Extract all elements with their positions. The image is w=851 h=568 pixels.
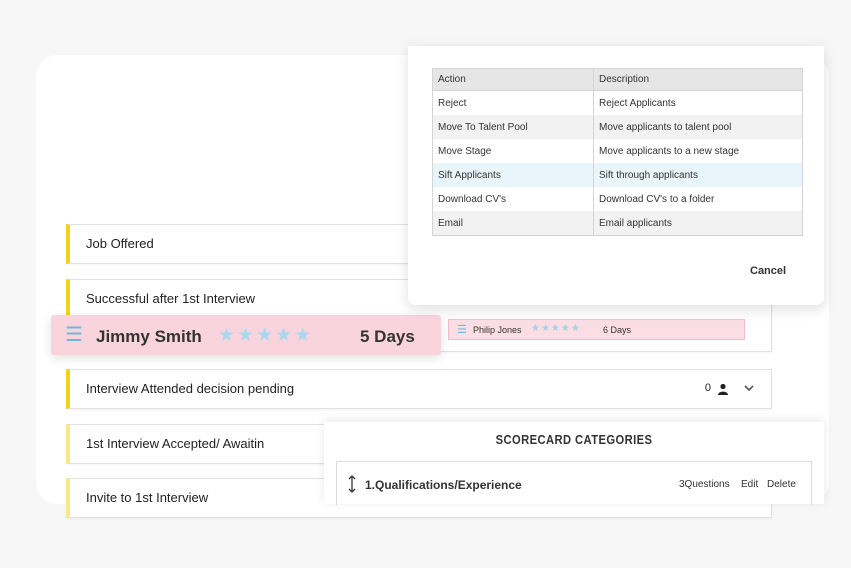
description-cell: Move applicants to talent pool [593, 115, 803, 139]
table-row[interactable]: Move Stage Move applicants to a new stag… [432, 139, 803, 163]
actions-modal: Action Description Reject Reject Applica… [408, 46, 824, 305]
description-cell: Email applicants [593, 211, 803, 236]
action-cell: Download CV's [432, 187, 594, 211]
action-cell: Sift Applicants [432, 163, 594, 187]
action-cell: Move Stage [432, 139, 594, 163]
stage-label: Job Offered [86, 236, 154, 251]
stage-label: 1st Interview Accepted/ Awaitin [86, 436, 265, 451]
delete-link[interactable]: Delete [767, 479, 796, 490]
scorecard-title: SCORECARD CATEGORIES [495, 432, 653, 447]
column-header-description: Description [593, 68, 803, 91]
stage-label: Invite to 1st Interview [86, 490, 209, 505]
drag-handle-icon[interactable] [347, 475, 357, 493]
candidate-count: 0 [704, 382, 711, 394]
cancel-button[interactable]: Cancel [744, 261, 792, 281]
table-row[interactable]: Move To Talent Pool Move applicants to t… [432, 115, 803, 139]
person-icon [717, 382, 729, 395]
description-cell: Reject Applicants [593, 90, 803, 115]
action-cell: Email [432, 211, 594, 236]
candidate-row[interactable]: ☰ Philip Jones ★★★★★ 6 Days [448, 319, 745, 340]
candidate-name: Philip Jones [473, 325, 522, 335]
action-cell: Move To Talent Pool [432, 115, 594, 139]
question-count[interactable]: 3Questions [679, 479, 730, 490]
table-row[interactable]: Email Email applicants [432, 211, 803, 236]
star-rating: ★★★★★ [218, 325, 314, 346]
candidate-days: 6 Days [603, 325, 632, 335]
menu-icon[interactable]: ☰ [457, 323, 467, 336]
stage-interview-attended-decision-pending[interactable]: Interview Attended decision pending 0 [66, 369, 772, 409]
chevron-down-icon[interactable] [742, 381, 756, 395]
description-cell: Download CV's to a folder [593, 187, 803, 211]
scorecard-category-row[interactable]: 1.Qualifications/Experience 3Questions E… [336, 461, 812, 505]
candidate-days: 5 Days [360, 327, 415, 346]
table-header-row: Action Description [432, 68, 803, 91]
description-cell: Move applicants to a new stage [593, 139, 803, 163]
dragging-candidate-card[interactable]: ☰ Jimmy Smith ★★★★★ 5 Days [51, 315, 441, 355]
candidate-name: Jimmy Smith [96, 327, 202, 346]
edit-link[interactable]: Edit [741, 479, 758, 490]
actions-table: Action Description Reject Reject Applica… [432, 68, 803, 236]
table-row[interactable]: Reject Reject Applicants [432, 90, 803, 115]
scorecard-panel: SCORECARD CATEGORIES 1.Qualifications/Ex… [324, 422, 824, 505]
table-row[interactable]: Sift Applicants Sift through applicants [432, 163, 803, 187]
stage-label: Interview Attended decision pending [86, 381, 295, 396]
action-cell: Reject [432, 90, 594, 115]
column-header-action: Action [432, 68, 594, 91]
category-title: 1.Qualifications/Experience [365, 478, 522, 492]
description-cell: Sift through applicants [593, 163, 803, 187]
table-row[interactable]: Download CV's Download CV's to a folder [432, 187, 803, 211]
menu-icon[interactable]: ☰ [65, 325, 83, 345]
star-rating: ★★★★★ [531, 323, 581, 334]
stage-label: Successful after 1st Interview [86, 291, 256, 306]
